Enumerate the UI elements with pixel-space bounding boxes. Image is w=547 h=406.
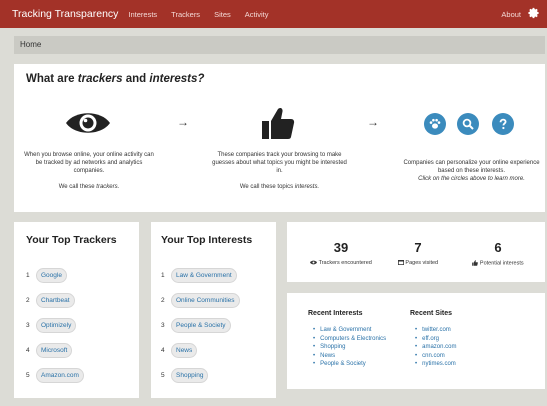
col2-text: These companies track your browsing to m…: [212, 152, 347, 190]
recent-sites-list: twitter.com eff.org amazon.com cnn.com n…: [415, 326, 456, 369]
nav-trackers[interactable]: Trackers: [171, 10, 200, 19]
recent-interest-item[interactable]: Computers & Electronics: [313, 335, 386, 344]
nav-sites[interactable]: Sites: [214, 10, 231, 19]
question-circle-button[interactable]: [492, 113, 514, 135]
recent-card: Recent Interests Law & Government Comput…: [287, 293, 545, 389]
search-icon: [462, 118, 474, 130]
recent-site-item[interactable]: nytimes.com: [415, 360, 456, 369]
top-trackers-title: Your Top Trackers: [26, 234, 117, 246]
stat-interests[interactable]: 6 Potential interests: [457, 240, 539, 266]
recent-interests-title: Recent Interests: [308, 310, 363, 317]
interest-link-law-government[interactable]: Law & Government: [171, 268, 237, 283]
interest-link-shopping[interactable]: Shopping: [171, 368, 209, 383]
top-navbar: Tracking Transparency Interests Trackers…: [0, 0, 547, 28]
arrow-2: →: [367, 115, 379, 129]
thumbs-up-icon: [262, 107, 295, 139]
eye-icon: [66, 113, 110, 133]
window-icon: [397, 260, 404, 266]
intro-card: What are trackers and interests? → → Whe…: [14, 64, 545, 212]
question-icon: [499, 118, 507, 130]
app-title[interactable]: Tracking Transparency: [12, 8, 118, 20]
list-item: 5 Amazon.com: [26, 368, 84, 383]
list-item: 2 Online Communities: [161, 293, 240, 308]
paw-circle-button[interactable]: [424, 113, 446, 135]
tracker-link-chartbeat[interactable]: Chartbeat: [36, 293, 75, 308]
tracker-link-microsoft[interactable]: Microsoft: [36, 343, 73, 358]
recent-interest-item[interactable]: News: [313, 352, 386, 361]
list-item: 5 Shopping: [161, 368, 209, 383]
list-item: 3 People & Society: [161, 318, 231, 333]
top-trackers-card: Your Top Trackers 1 Google 2 Chartbeat 3…: [14, 222, 139, 398]
col1-text: When you browse online, your online acti…: [24, 152, 154, 190]
list-item: 4 News: [161, 343, 198, 358]
tracker-link-google[interactable]: Google: [36, 268, 67, 283]
list-item: 1 Law & Government: [161, 268, 237, 283]
top-interests-card: Your Top Interests 1 Law & Government 2 …: [151, 222, 276, 398]
search-circle-button[interactable]: [457, 113, 479, 135]
paw-icon: [429, 118, 441, 129]
breadcrumb: Home: [14, 36, 545, 54]
recent-interests-list: Law & Government Computers & Electronics…: [313, 326, 386, 369]
tracker-link-optimizely[interactable]: Optimizely: [36, 318, 77, 333]
recent-interest-item[interactable]: People & Society: [313, 360, 386, 369]
nav-interests[interactable]: Interests: [128, 10, 157, 19]
recent-site-item[interactable]: amazon.com: [415, 343, 456, 352]
tracker-link-amazon[interactable]: Amazon.com: [36, 368, 84, 383]
eye-icon: [310, 260, 318, 265]
recent-site-item[interactable]: twitter.com: [415, 326, 456, 335]
recent-site-item[interactable]: cnn.com: [415, 352, 456, 361]
gear-icon[interactable]: [528, 7, 540, 19]
recent-sites-title: Recent Sites: [410, 310, 453, 317]
stats-card: 39 Trackers encountered 7 Pages visited …: [287, 222, 545, 282]
recent-interest-item[interactable]: Law & Government: [313, 326, 386, 335]
interest-link-people-society[interactable]: People & Society: [171, 318, 231, 333]
arrow-1: →: [177, 115, 189, 129]
list-item: 2 Chartbeat: [26, 293, 75, 308]
recent-interest-item[interactable]: Shopping: [313, 343, 386, 352]
nav-about[interactable]: About: [501, 10, 521, 19]
stat-trackers[interactable]: 39 Trackers encountered: [301, 240, 381, 266]
intro-title: What are trackers and interests?: [26, 73, 205, 85]
list-item: 3 Optimizely: [26, 318, 77, 333]
interest-link-online-communities[interactable]: Online Communities: [171, 293, 240, 308]
list-item: 4 Microsoft: [26, 343, 73, 358]
col3-text: Companies can personalize your online ex…: [403, 160, 540, 182]
nav-activity[interactable]: Activity: [245, 10, 269, 19]
recent-site-item[interactable]: eff.org: [415, 335, 456, 344]
interest-link-news[interactable]: News: [171, 343, 198, 358]
list-item: 1 Google: [26, 268, 67, 283]
thumbs-up-icon: [472, 260, 479, 266]
top-interests-title: Your Top Interests: [161, 234, 253, 246]
stat-pages[interactable]: 7 Pages visited: [383, 240, 453, 266]
breadcrumb-home[interactable]: Home: [20, 40, 41, 49]
